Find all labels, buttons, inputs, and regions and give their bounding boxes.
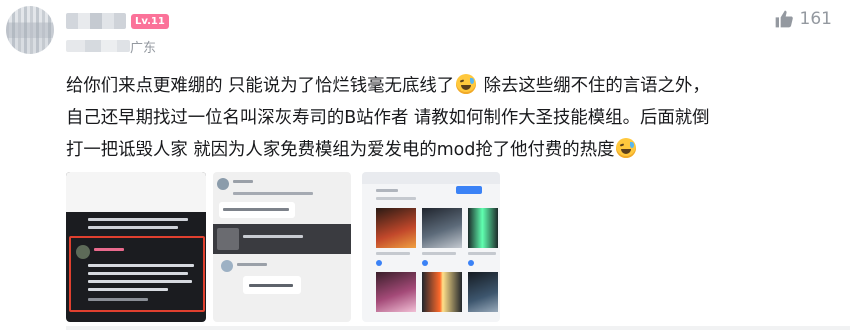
comment-line-1a: 给你们来点更难绷的 只能说为了恰烂钱毫无底线了 bbox=[66, 76, 455, 96]
laugh-cry-emoji-icon bbox=[456, 74, 477, 94]
comment-image-3[interactable] bbox=[362, 172, 500, 322]
laugh-cry-emoji-icon bbox=[616, 138, 637, 158]
comment-image-2[interactable] bbox=[213, 172, 351, 322]
location-label: 广东 bbox=[130, 41, 157, 56]
thumbs-up-icon bbox=[775, 10, 793, 28]
date-blurred bbox=[66, 40, 130, 52]
comment-line-3: 打一把诋毁人家 就因为人家免费模组为爱发电的mod抢了他付费的热度 bbox=[66, 140, 615, 160]
comment-line-2: 自己还早期找过一位名叫深灰寿司的B站作者 请教如何制作大圣技能模组。后面就倒 bbox=[66, 108, 710, 128]
like-count: 161 bbox=[799, 9, 832, 29]
comment-image-1[interactable] bbox=[66, 172, 206, 322]
level-badge: Lv.11 bbox=[131, 14, 169, 29]
divider bbox=[66, 326, 850, 330]
username-blurred[interactable] bbox=[66, 13, 126, 29]
comment-line-1b: 除去这些绷不住的言语之外， bbox=[478, 76, 710, 96]
comment-text: 给你们来点更难绷的 只能说为了恰烂钱毫无底线了 除去这些绷不住的言语之外， 自己… bbox=[66, 70, 836, 166]
like-button[interactable]: 161 bbox=[774, 9, 832, 29]
avatar[interactable] bbox=[6, 6, 54, 54]
